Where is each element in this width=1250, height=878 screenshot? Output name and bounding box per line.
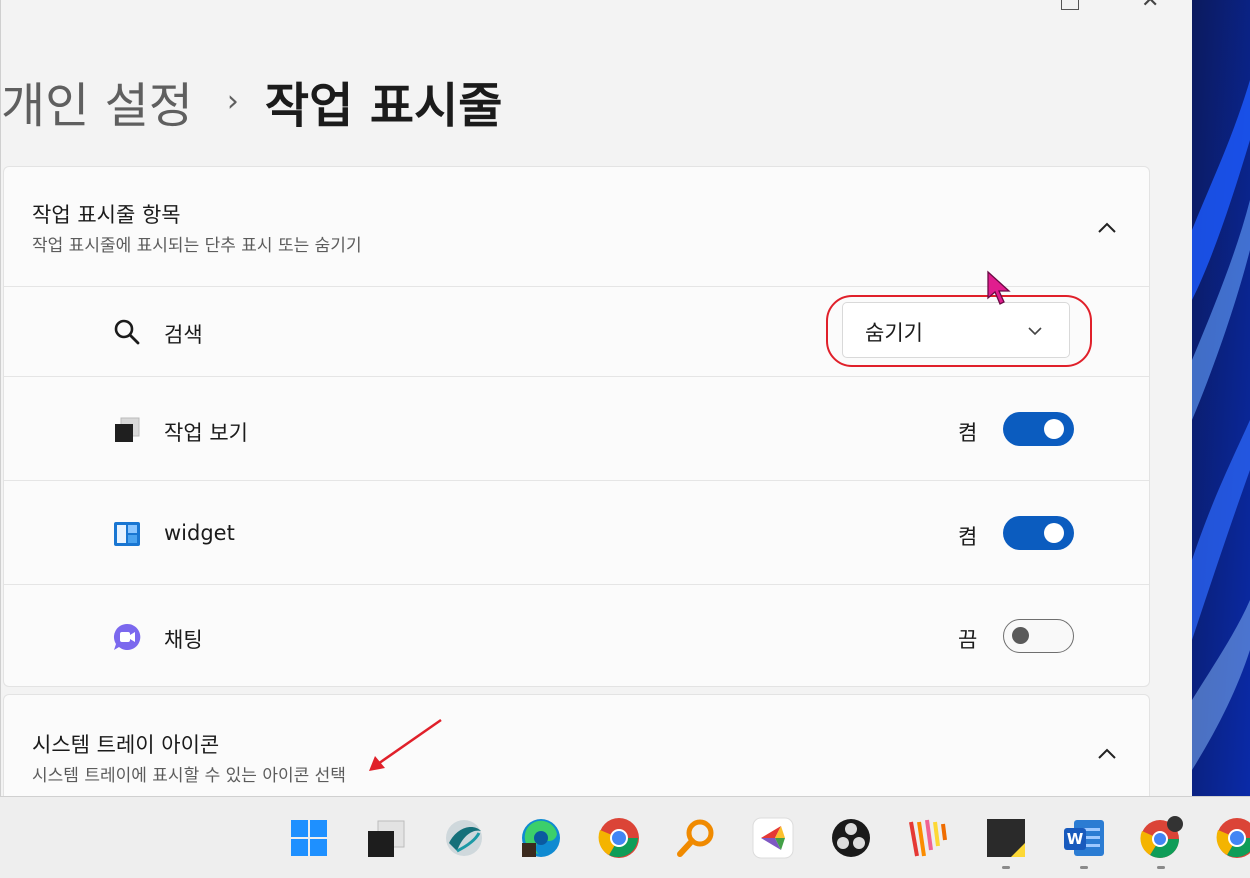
restore-window-button[interactable] bbox=[1061, 0, 1079, 10]
breadcrumb-separator: › bbox=[226, 83, 239, 119]
widgets-icon bbox=[112, 519, 142, 549]
system-tray-header[interactable]: 시스템 트레이 아이콘 시스템 트레이에 표시할 수 있는 아이콘 선택 bbox=[4, 695, 1149, 796]
chrome-icon[interactable] bbox=[596, 815, 642, 861]
list-item-chat: 채팅 끔 bbox=[4, 584, 1149, 688]
breadcrumb-parent[interactable]: 개인 설정 bbox=[1, 66, 193, 136]
toggle-state-label: 켬 bbox=[958, 421, 978, 445]
widgets-toggle[interactable] bbox=[1003, 516, 1074, 550]
start-icon[interactable] bbox=[286, 815, 332, 861]
chat-icon bbox=[112, 622, 142, 652]
task-view-icon bbox=[112, 415, 142, 445]
section-title: 시스템 트레이 아이콘 bbox=[32, 733, 220, 757]
app-icon[interactable] bbox=[750, 815, 796, 861]
row-label: 채팅 bbox=[164, 628, 203, 652]
search-tool-icon[interactable] bbox=[673, 815, 719, 861]
section-subtitle: 작업 표시줄에 표시되는 단추 표시 또는 숨기기 bbox=[32, 236, 362, 256]
row-label: 검색 bbox=[164, 323, 203, 347]
toggle-state-label: 켬 bbox=[958, 525, 978, 549]
row-label: widget bbox=[164, 521, 235, 545]
annotation-arrow bbox=[369, 718, 442, 771]
close-window-button[interactable]: ✕ bbox=[1141, 0, 1159, 13]
edge-icon[interactable] bbox=[518, 815, 564, 861]
chevron-up-icon[interactable] bbox=[1096, 743, 1118, 765]
task-view-toggle[interactable] bbox=[1003, 412, 1074, 446]
word-icon[interactable]: W bbox=[1061, 815, 1107, 869]
taskbar-items-card: 작업 표시줄 항목 작업 표시줄에 표시되는 단추 표시 또는 숨기기 검색 작… bbox=[3, 166, 1150, 687]
section-subtitle: 시스템 트레이에 표시할 수 있는 아이콘 선택 bbox=[32, 766, 346, 786]
row-label: 작업 보기 bbox=[164, 421, 248, 445]
breadcrumb: 개인 설정 › 작업 표시줄 bbox=[1, 66, 502, 136]
search-icon bbox=[112, 317, 142, 347]
section-title: 작업 표시줄 항목 bbox=[32, 203, 181, 227]
task-view-icon[interactable] bbox=[363, 815, 409, 861]
dropdown-value: 숨기기 bbox=[865, 321, 923, 345]
chevron-down-icon bbox=[1028, 327, 1042, 336]
sticky-notes-icon[interactable] bbox=[983, 815, 1029, 869]
search-visibility-dropdown[interactable]: 숨기기 bbox=[842, 302, 1070, 358]
page-title: 작업 표시줄 bbox=[264, 78, 503, 134]
list-item-task-view: 작업 보기 켬 bbox=[4, 376, 1149, 480]
chat-toggle[interactable] bbox=[1003, 619, 1074, 653]
chevron-up-icon[interactable] bbox=[1096, 217, 1118, 239]
mouse-cursor-icon bbox=[987, 270, 1011, 305]
taskbar: W bbox=[0, 796, 1250, 878]
system-tray-card: 시스템 트레이 아이콘 시스템 트레이에 표시할 수 있는 아이콘 선택 bbox=[3, 694, 1150, 796]
browser-icon[interactable] bbox=[441, 815, 487, 861]
chrome-icon[interactable] bbox=[1214, 815, 1250, 861]
toggle-state-label: 끔 bbox=[958, 628, 978, 652]
stripes-app-icon[interactable] bbox=[906, 815, 952, 861]
chrome-profile-icon[interactable] bbox=[1138, 815, 1184, 869]
desktop-wallpaper bbox=[1192, 0, 1250, 796]
settings-window: ✕ 개인 설정 › 작업 표시줄 작업 표시줄 항목 작업 표시줄에 표시되는 … bbox=[0, 0, 1192, 796]
svg-text:W: W bbox=[1067, 830, 1084, 848]
taskbar-items-header[interactable]: 작업 표시줄 항목 작업 표시줄에 표시되는 단추 표시 또는 숨기기 bbox=[4, 167, 1149, 286]
obs-icon[interactable] bbox=[828, 815, 874, 861]
list-item-widgets: widget 켬 bbox=[4, 480, 1149, 584]
